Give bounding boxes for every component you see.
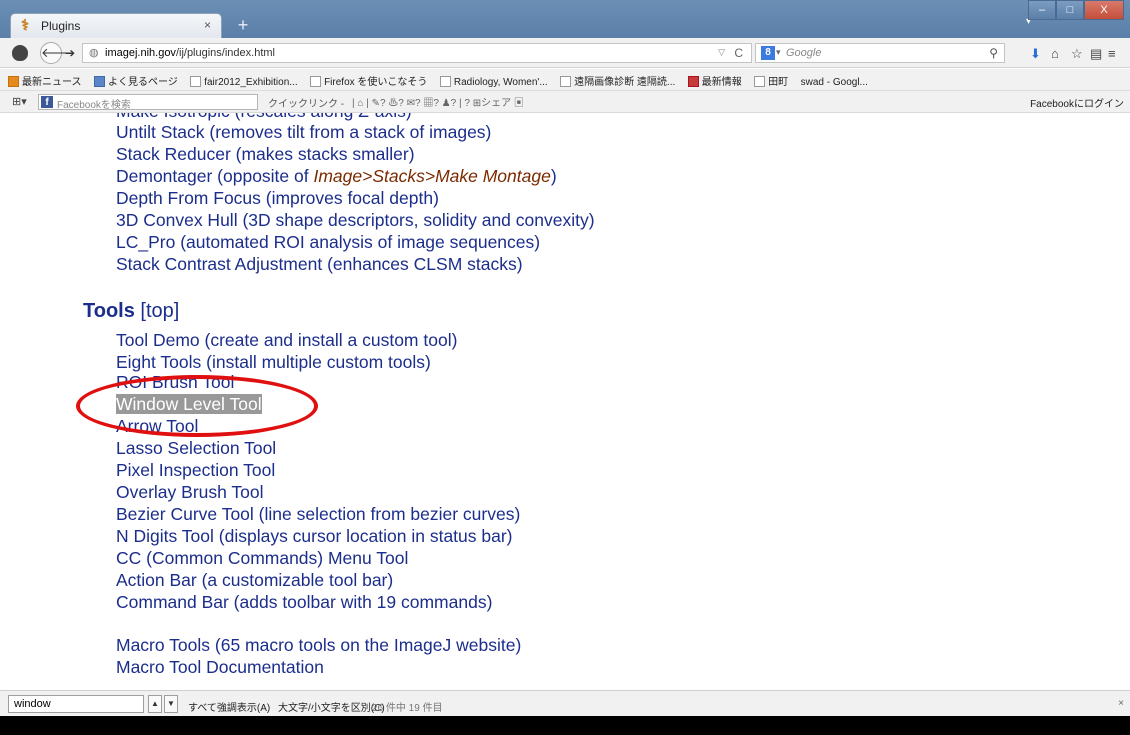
news-icon xyxy=(687,76,699,87)
section-heading-tools: Tools [top] xyxy=(83,300,180,322)
bookmark-icon xyxy=(310,76,322,87)
search-bar[interactable]: 8 ▾ Google ⚲ xyxy=(755,43,1005,63)
plugin-link[interactable]: CC (Common Commands) Menu Tool xyxy=(116,548,408,569)
tab-plugins[interactable]: ⚕ Plugins × xyxy=(10,13,222,38)
close-window-button[interactable]: X xyxy=(1084,0,1124,20)
reload-icon[interactable]: C xyxy=(734,46,743,60)
bookmarks-menu-icon[interactable]: ▤ xyxy=(1090,47,1102,60)
plugin-link[interactable]: Command Bar (adds toolbar with 19 comman… xyxy=(116,592,492,613)
plugin-link[interactable]: Action Bar (a customizable tool bar) xyxy=(116,570,393,591)
bookmark-item[interactable]: 最新ニュース xyxy=(8,73,82,88)
bookmark-item[interactable]: 遠隔画像診断 遠隔読... xyxy=(560,73,675,88)
plugin-link[interactable]: LC_Pro (automated ROI analysis of image … xyxy=(116,232,540,253)
plugin-link[interactable]: Untilt Stack (removes tilt from a stack … xyxy=(116,122,491,143)
forward-button[interactable]: ➔ xyxy=(65,46,75,60)
download-icon[interactable]: ⬇ xyxy=(1030,47,1041,60)
home-icon[interactable]: ⌂ xyxy=(1051,47,1059,60)
page-icon xyxy=(93,76,105,87)
globe-icon: ◍ xyxy=(89,47,99,59)
plugin-link[interactable]: Macro Tool Documentation xyxy=(116,657,324,678)
menu-icon[interactable]: ≡ xyxy=(1108,47,1116,60)
plugin-link[interactable]: Overlay Brush Tool xyxy=(116,482,264,503)
find-status: 26 件中 19 件目 xyxy=(372,703,443,714)
bookmark-item[interactable]: よく見るページ xyxy=(93,73,178,88)
bookmark-icon xyxy=(190,76,202,87)
red-circle-annotation xyxy=(76,375,318,437)
plugin-link[interactable]: Stack Contrast Adjustment (enhances CLSM… xyxy=(116,254,523,275)
minimize-button[interactable]: – xyxy=(1028,0,1056,20)
facebook-toolbar-icons[interactable]: | ⌂ | ✎? ♨? ✉? ▦? ♟? | ? ⊞シェア ▣ xyxy=(352,94,524,109)
bookmark-icon xyxy=(560,76,572,87)
bookmarks-bar: 最新ニュース よく見るページ fair2012_Exhibition... Fi… xyxy=(0,69,1130,91)
title-bar: ⚕ Plugins × + ▾ – □ X xyxy=(0,0,1130,38)
search-engine-dropdown-icon[interactable]: ▾ xyxy=(776,47,781,58)
facebook-login-link[interactable]: Facebookにログイン xyxy=(1030,95,1124,110)
match-case-toggle[interactable]: 大文字/小文字を区別(C) xyxy=(278,699,385,714)
bookmark-item[interactable]: Firefox を使いこなそう xyxy=(310,73,427,88)
plugin-link[interactable]: Make Isotropic (rescales along Z-axis) xyxy=(116,113,412,122)
facebook-icon: f xyxy=(41,96,53,108)
taskbar-strip xyxy=(0,716,1130,735)
shield-icon[interactable] xyxy=(12,45,28,61)
find-input[interactable]: window xyxy=(8,695,144,713)
google-icon[interactable]: 8 xyxy=(761,46,775,60)
facebook-search-input[interactable]: f Facebookを検索 xyxy=(38,94,258,111)
plugin-link[interactable]: Macro Tools (65 macro tools on the Image… xyxy=(116,635,521,656)
top-link[interactable]: [top] xyxy=(140,300,179,322)
bookmark-item[interactable]: fair2012_Exhibition... xyxy=(190,76,298,88)
plugin-link[interactable]: Tool Demo (create and install a custom t… xyxy=(116,330,457,351)
bookmark-item[interactable]: swad - Googl... xyxy=(801,77,868,88)
quicklink-menu[interactable]: クイックリンク - xyxy=(268,95,344,110)
find-bar: window ▲ ▼ すべて強調表示(A) 大文字/小文字を区別(C) 26 件… xyxy=(0,690,1130,716)
rss-icon xyxy=(8,76,19,87)
bookmark-star-icon[interactable]: ☆ xyxy=(1071,47,1083,60)
highlight-all-toggle[interactable]: すべて強調表示(A) xyxy=(188,699,270,714)
plugin-link[interactable]: 3D Convex Hull (3D shape descriptors, so… xyxy=(116,210,595,231)
toolbar-menu-icon[interactable]: ⊞▾ xyxy=(12,95,27,108)
page-content: Make Isotropic (rescales along Z-axis) U… xyxy=(0,113,1130,690)
back-button[interactable]: 🡐 xyxy=(40,42,76,64)
search-placeholder: Google xyxy=(786,47,822,59)
bookmark-item[interactable]: 最新情報 xyxy=(687,73,742,88)
tab-close-icon[interactable]: × xyxy=(204,18,211,32)
plugin-link[interactable]: N Digits Tool (displays cursor location … xyxy=(116,526,513,547)
tab-title: Plugins xyxy=(41,19,81,33)
url-text[interactable]: imagej.nih.gov/ij/plugins/index.html xyxy=(105,47,275,59)
find-previous-button[interactable]: ▲ xyxy=(148,695,162,713)
plugin-link[interactable]: Lasso Selection Tool xyxy=(116,438,276,459)
find-close-icon[interactable]: × xyxy=(1118,698,1124,709)
imagej-favicon-icon: ⚕ xyxy=(21,17,30,34)
menu-path-text: Image>Stacks>Make Montage xyxy=(313,166,551,186)
url-bar[interactable]: ◍ imagej.nih.gov/ij/plugins/index.html ▽… xyxy=(82,43,752,63)
window-controls: – □ X xyxy=(1028,0,1124,20)
plugin-link[interactable]: Pixel Inspection Tool xyxy=(116,460,275,481)
bookmark-icon xyxy=(754,76,766,87)
plugin-link[interactable]: Eight Tools (install multiple custom too… xyxy=(116,352,431,373)
bookmark-item[interactable]: 田町 xyxy=(754,73,788,88)
bookmark-icon xyxy=(439,76,451,87)
nav-bar: 🡐 ➔ ◍ imagej.nih.gov/ij/plugins/index.ht… xyxy=(0,38,1130,68)
bookmark-item[interactable]: Radiology, Women'... xyxy=(439,76,548,88)
plugin-link[interactable]: Depth From Focus (improves focal depth) xyxy=(116,188,439,209)
new-tab-button[interactable]: + xyxy=(232,15,254,35)
maximize-button[interactable]: □ xyxy=(1056,0,1084,20)
find-next-button[interactable]: ▼ xyxy=(164,695,178,713)
plugin-link[interactable]: Bezier Curve Tool (line selection from b… xyxy=(116,504,520,525)
plugin-link[interactable]: Stack Reducer (makes stacks smaller) xyxy=(116,144,415,165)
search-icon[interactable]: ⚲ xyxy=(989,46,998,60)
facebook-search-placeholder: Facebookを検索 xyxy=(57,100,131,111)
url-dropdown-icon[interactable]: ▽ xyxy=(718,47,725,58)
facebook-toolbar: ⊞▾ f Facebookを検索 クイックリンク - | ⌂ | ✎? ♨? ✉… xyxy=(0,91,1130,113)
plugin-link[interactable]: Demontager (opposite of Image>Stacks>Mak… xyxy=(116,166,557,187)
